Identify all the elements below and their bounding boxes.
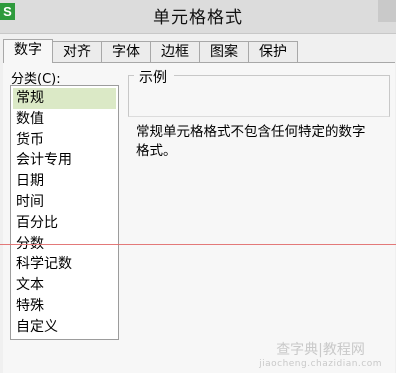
guide-line <box>0 244 396 245</box>
tab-border[interactable]: 边框 <box>150 41 200 62</box>
category-item-time[interactable]: 时间 <box>11 192 118 213</box>
title-bar: S 单元格格式 <box>0 0 396 34</box>
category-item-number[interactable]: 数值 <box>11 109 118 130</box>
tab-strip: 数字 对齐 字体 边框 图案 保护 <box>3 39 298 63</box>
category-item-percentage[interactable]: 百分比 <box>11 213 118 234</box>
tab-font[interactable]: 字体 <box>101 41 151 62</box>
category-item-currency[interactable]: 货币 <box>11 130 118 151</box>
tab-protection[interactable]: 保护 <box>248 41 298 62</box>
category-item-special[interactable]: 特殊 <box>11 296 118 317</box>
dialog-title: 单元格格式 <box>153 8 243 28</box>
title-bar-corner <box>378 0 396 22</box>
category-item-text[interactable]: 文本 <box>11 275 118 296</box>
category-item-date[interactable]: 日期 <box>11 171 118 192</box>
tab-number[interactable]: 数字 <box>3 39 53 63</box>
watermark: 查字典|教程网 jiaocheng.chazidian.com <box>259 339 382 369</box>
example-label: 示例 <box>139 70 167 86</box>
category-item-accounting[interactable]: 会计专用 <box>11 150 118 171</box>
category-item-general[interactable]: 常规 <box>13 88 116 109</box>
watermark-main: 查字典|教程网 <box>276 342 365 358</box>
category-item-scientific[interactable]: 科学记数 <box>11 254 118 275</box>
format-description: 常规单元格格式不包含任何特定的数字格式。 <box>136 124 366 159</box>
category-item-custom[interactable]: 自定义 <box>11 317 118 338</box>
category-list[interactable]: 常规 数值 货币 会计专用 日期 时间 百分比 分数 科学记数 文本 特殊 自定… <box>10 85 119 340</box>
tab-pattern[interactable]: 图案 <box>199 41 249 62</box>
watermark-sub: jiaocheng.chazidian.com <box>259 359 382 369</box>
tab-alignment[interactable]: 对齐 <box>52 41 102 62</box>
